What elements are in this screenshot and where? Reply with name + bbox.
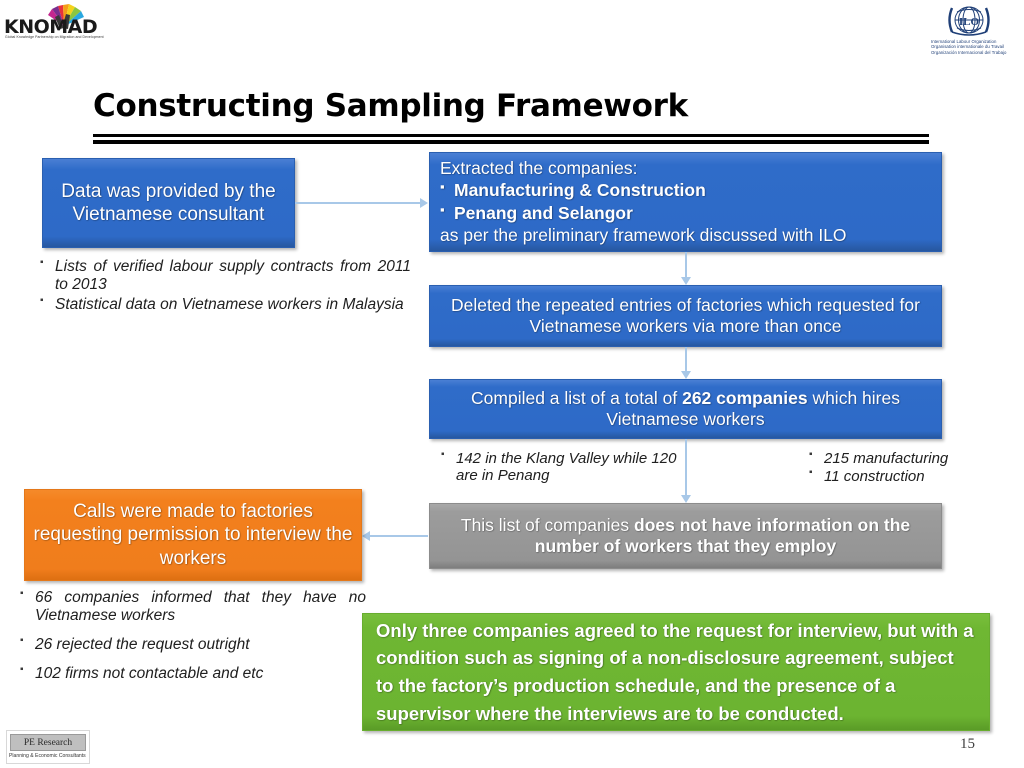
list-data-source-notes: Lists of verified labour supply contract… <box>36 257 411 316</box>
slide-title: Constructing Sampling Framework <box>93 88 688 124</box>
knomad-tagline: Global Knowledge Partnership on Migratio… <box>5 35 104 39</box>
box-compiled-list[interactable]: Compiled a list of a total of 262 compan… <box>429 379 942 439</box>
list-location-breakdown: 142 in the Klang Valley while 120 are in… <box>437 449 687 485</box>
box-no-worker-info[interactable]: This list of companies does not have inf… <box>429 503 942 569</box>
box-extracted-companies[interactable]: Extracted the companies: Manufacturing &… <box>429 152 942 252</box>
connector-extracted-to-deleted <box>685 252 687 278</box>
list-call-outcomes: 66 companies informed that they have no … <box>16 588 366 694</box>
connector-compiled-to-noinfo <box>685 439 687 496</box>
box-no-worker-info-prefix: This list of companies <box>460 514 634 535</box>
title-divider-top <box>93 134 929 137</box>
arrow-noinfo-to-calls <box>362 531 370 541</box>
box-interview-outcome-text: Only three companies agreed to the reque… <box>376 619 974 724</box>
box-extracted-bullet-2: Penang and Selangor <box>440 201 931 224</box>
pe-research-name: PE Research <box>23 737 73 748</box>
box-compiled-highlight: 262 companies <box>682 387 808 408</box>
box-deleted-text: Deleted the repeated entries of factorie… <box>451 294 920 336</box>
box-calls-made[interactable]: Calls were made to factories requesting … <box>24 489 362 581</box>
list-item: 215 manufacturing <box>805 449 1020 467</box>
list-item: Lists of verified labour supply contract… <box>36 257 411 294</box>
list-item: 26 rejected the request outright <box>16 635 366 654</box>
box-compiled-text: Compiled a list of a total of 262 compan… <box>438 388 933 431</box>
box-interview-outcome[interactable]: Only three companies agreed to the reque… <box>362 613 990 731</box>
arrow-extracted-to-deleted <box>681 277 691 285</box>
pe-research-tagline: Planning & Economic Consultants <box>9 753 86 759</box>
slide-canvas: KNOMAD Global Knowledge Partnership on M… <box>0 0 1024 768</box>
box-data-provided-text: Data was provided by the Vietnamese cons… <box>61 180 276 225</box>
list-item: 11 construction <box>805 467 1020 485</box>
page-number: 15 <box>960 736 975 752</box>
ilo-emblem-icon: ILO <box>948 6 990 36</box>
arrow-data-to-extracted <box>420 198 428 208</box>
arrow-deleted-to-compiled <box>681 371 691 379</box>
box-no-worker-info-text: This list of companies does not have inf… <box>438 515 933 558</box>
pe-research-logo: PE Research Planning & Economic Consulta… <box>6 730 90 764</box>
title-divider-bottom <box>93 140 929 144</box>
pe-research-name-plate: PE Research <box>10 734 86 751</box>
ilo-name-block: International Labour Organization Organi… <box>931 39 1006 55</box>
box-deleted-duplicates[interactable]: Deleted the repeated entries of factorie… <box>429 285 942 347</box>
list-sector-breakdown: 215 manufacturing 11 construction <box>805 449 1020 487</box>
box-extracted-header: Extracted the companies: <box>440 157 638 178</box>
connector-deleted-to-compiled <box>685 347 687 372</box>
list-item: 66 companies informed that they have no … <box>16 588 366 625</box>
box-data-provided[interactable]: Data was provided by the Vietnamese cons… <box>42 158 295 248</box>
box-extracted-bullet-1: Manufacturing & Construction <box>440 179 931 201</box>
arrow-compiled-to-noinfo <box>681 495 691 503</box>
svg-text:ILO: ILO <box>959 16 980 28</box>
box-compiled-prefix: Compiled a list of a total of <box>471 387 683 408</box>
knomad-logo: KNOMAD Global Knowledge Partnership on M… <box>2 2 104 44</box>
connector-noinfo-to-calls <box>370 535 428 537</box>
connector-data-to-extracted <box>295 202 420 204</box>
list-item: 102 firms not contactable and etc <box>16 664 366 683</box>
ilo-logo: ILO International Labour Organization Or… <box>928 4 1024 56</box>
list-item: 142 in the Klang Valley while 120 are in… <box>437 449 687 485</box>
box-extracted-footer: as per the preliminary framework discuss… <box>440 224 847 245</box>
box-calls-made-text: Calls were made to factories requesting … <box>33 501 353 569</box>
list-item: Statistical data on Vietnamese workers i… <box>36 295 411 314</box>
ilo-name-es: Organización Internacional del Trabajo <box>931 49 1007 55</box>
